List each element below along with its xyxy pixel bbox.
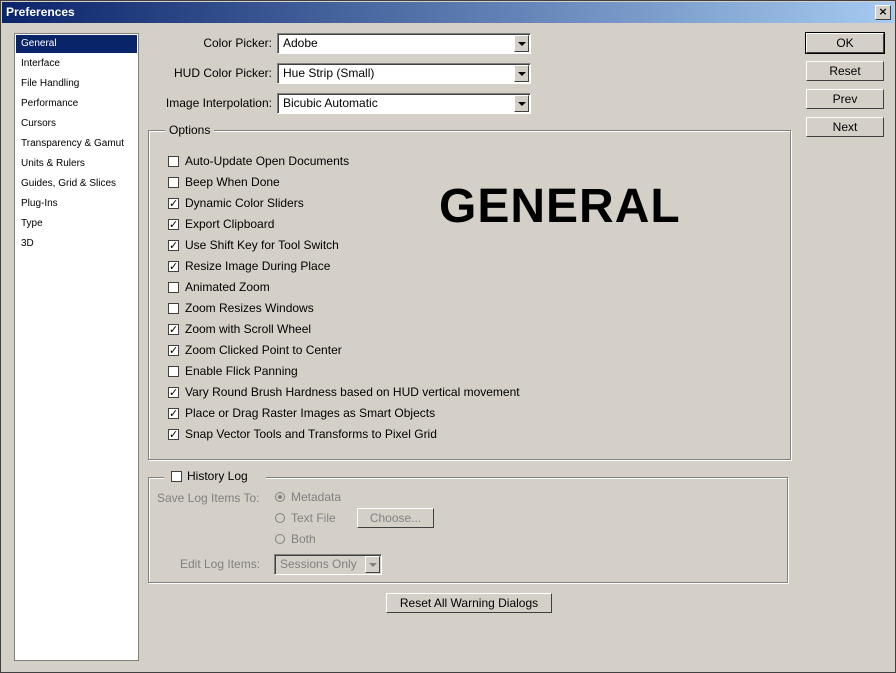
title-bar[interactable]: Preferences × xyxy=(2,2,894,23)
option-label[interactable]: Animated Zoom xyxy=(185,280,270,294)
option-label[interactable]: Zoom Resizes Windows xyxy=(185,301,314,315)
option-checkbox[interactable]: ✓ xyxy=(168,387,179,398)
chevron-down-icon[interactable] xyxy=(514,95,529,112)
sidebar-item-guides-grid-slices[interactable]: Guides, Grid & Slices xyxy=(16,175,137,193)
options-legend: Options xyxy=(165,123,215,137)
option-label[interactable]: Beep When Done xyxy=(185,175,280,189)
option-checkbox[interactable] xyxy=(168,177,179,188)
reset-button[interactable]: Reset xyxy=(806,61,884,81)
choose-button[interactable]: Choose... xyxy=(357,508,434,528)
option-checkbox[interactable]: ✓ xyxy=(168,345,179,356)
option-label[interactable]: Snap Vector Tools and Transforms to Pixe… xyxy=(185,427,437,441)
image-interpolation-select[interactable]: Bicubic Automatic xyxy=(277,93,531,114)
option-checkbox[interactable]: ✓ xyxy=(168,261,179,272)
sidebar-item-interface[interactable]: Interface xyxy=(16,55,137,73)
page-heading: GENERAL xyxy=(439,180,681,233)
option-label[interactable]: Dynamic Color Sliders xyxy=(185,196,304,210)
history-log-label[interactable]: History Log xyxy=(187,469,248,483)
option-label[interactable]: Vary Round Brush Hardness based on HUD v… xyxy=(185,385,520,399)
sidebar-item-3d[interactable]: 3D xyxy=(16,235,137,253)
color-picker-label: Color Picker: xyxy=(203,36,272,50)
option-label[interactable]: Export Clipboard xyxy=(185,217,274,231)
option-checkbox[interactable] xyxy=(168,156,179,167)
prev-button[interactable]: Prev xyxy=(806,89,884,109)
hud-color-picker-select[interactable]: Hue Strip (Small) xyxy=(277,63,531,84)
sidebar-item-performance[interactable]: Performance xyxy=(16,95,137,113)
option-label[interactable]: Place or Drag Raster Images as Smart Obj… xyxy=(185,406,435,420)
color-picker-value: Adobe xyxy=(283,36,318,50)
edit-log-items-label: Edit Log Items: xyxy=(180,557,261,571)
option-checkbox[interactable]: ✓ xyxy=(168,240,179,251)
edit-log-items-select[interactable]: Sessions Only xyxy=(274,554,382,575)
sidebar-item-plug-ins[interactable]: Plug-Ins xyxy=(16,195,137,213)
chevron-down-icon[interactable] xyxy=(365,556,380,573)
radio-metadata-label[interactable]: Metadata xyxy=(291,490,341,504)
chevron-down-icon[interactable] xyxy=(514,65,529,82)
preferences-window: Preferences × General Interface File Han… xyxy=(0,0,896,673)
option-label[interactable]: Auto-Update Open Documents xyxy=(185,154,349,168)
save-log-items-label: Save Log Items To: xyxy=(157,491,260,505)
ok-button[interactable]: OK xyxy=(805,32,885,54)
radio-text-file-label[interactable]: Text File xyxy=(291,511,336,525)
option-checkbox[interactable] xyxy=(168,366,179,377)
option-checkbox[interactable] xyxy=(168,303,179,314)
hud-color-picker-label: HUD Color Picker: xyxy=(173,66,272,80)
chevron-down-icon[interactable] xyxy=(514,35,529,52)
image-interpolation-value: Bicubic Automatic xyxy=(283,96,378,110)
close-button[interactable]: × xyxy=(875,5,891,20)
radio-both-label[interactable]: Both xyxy=(291,532,316,546)
color-picker-select[interactable]: Adobe xyxy=(277,33,531,54)
radio-text-file[interactable] xyxy=(275,513,285,523)
option-checkbox[interactable]: ✓ xyxy=(168,408,179,419)
category-list[interactable]: General Interface File Handling Performa… xyxy=(14,33,139,661)
sidebar-item-transparency[interactable]: Transparency & Gamut xyxy=(16,135,137,153)
window-title: Preferences xyxy=(6,5,75,19)
image-interpolation-label: Image Interpolation: xyxy=(165,96,272,110)
option-label[interactable]: Zoom with Scroll Wheel xyxy=(185,322,311,336)
option-label[interactable]: Enable Flick Panning xyxy=(185,364,298,378)
history-log-checkbox[interactable] xyxy=(171,471,182,482)
next-button[interactable]: Next xyxy=(806,117,884,137)
sidebar-item-cursors[interactable]: Cursors xyxy=(16,115,137,133)
option-checkbox[interactable] xyxy=(168,282,179,293)
edit-log-items-value: Sessions Only xyxy=(280,557,357,571)
reset-warning-dialogs-button[interactable]: Reset All Warning Dialogs xyxy=(386,593,552,613)
sidebar-item-general[interactable]: General xyxy=(16,35,137,53)
radio-metadata[interactable] xyxy=(275,492,285,502)
option-checkbox[interactable]: ✓ xyxy=(168,198,179,209)
option-label[interactable]: Zoom Clicked Point to Center xyxy=(185,343,342,357)
option-checkbox[interactable]: ✓ xyxy=(168,429,179,440)
sidebar-item-units-rulers[interactable]: Units & Rulers xyxy=(16,155,137,173)
radio-both[interactable] xyxy=(275,534,285,544)
option-checkbox[interactable]: ✓ xyxy=(168,219,179,230)
option-label[interactable]: Use Shift Key for Tool Switch xyxy=(185,238,339,252)
sidebar-item-type[interactable]: Type xyxy=(16,215,137,233)
option-label[interactable]: Resize Image During Place xyxy=(185,259,330,273)
sidebar-item-file-handling[interactable]: File Handling xyxy=(16,75,137,93)
hud-color-picker-value: Hue Strip (Small) xyxy=(283,66,375,80)
option-checkbox[interactable]: ✓ xyxy=(168,324,179,335)
